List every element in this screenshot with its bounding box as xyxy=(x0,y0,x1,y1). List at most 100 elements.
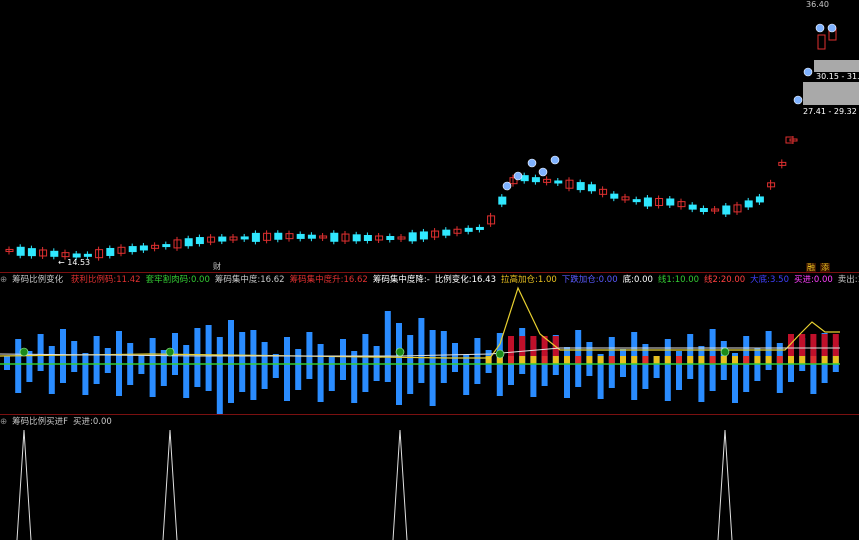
ratio-bar xyxy=(4,364,10,370)
indicator-item: 筹码集中度:16.62 xyxy=(215,275,285,285)
candle-body xyxy=(386,236,395,240)
ratio-bar xyxy=(620,364,626,377)
indicator-item-label: 线2: xyxy=(704,275,721,285)
concentration-bar xyxy=(799,334,806,356)
ratio-bar xyxy=(396,364,402,405)
indicator-chart[interactable] xyxy=(0,274,859,414)
candlestick-chart[interactable] xyxy=(0,0,859,272)
price-range-label-1: 30.15 - 31.1 xyxy=(816,72,859,81)
indicator-item: 线1:10.00 xyxy=(658,275,699,285)
candle-body xyxy=(251,232,260,242)
ratio-bar xyxy=(340,339,346,364)
concentration-bar xyxy=(743,356,750,364)
settings-icon[interactable]: ⊕ xyxy=(0,417,7,427)
concentration-bar xyxy=(754,356,761,364)
ratio-bar xyxy=(776,364,783,393)
indicator-item-value: 3.50 xyxy=(770,275,789,285)
indicator-item-value: - xyxy=(426,275,430,285)
candle-body xyxy=(50,250,59,257)
ratio-bar xyxy=(194,328,201,364)
ratio-bar xyxy=(205,325,212,364)
signal-marker xyxy=(513,171,523,181)
signal-name[interactable]: 筹码比例买进F xyxy=(12,417,68,427)
ratio-bar xyxy=(261,342,268,364)
ratio-bar xyxy=(743,364,750,392)
signal-pane[interactable]: ⊕ 筹码比例买进F 买进:0.00 xyxy=(0,416,859,540)
indicator-item-label: 下跌加仓: xyxy=(561,275,599,285)
indicator-item: 线2:20.00 xyxy=(704,275,745,285)
concentration-bar xyxy=(508,336,514,356)
candle-body xyxy=(722,205,731,215)
concentration-bar xyxy=(519,336,526,356)
ratio-bar xyxy=(519,364,526,374)
ratio-bar xyxy=(698,364,705,402)
ratio-bar xyxy=(93,336,100,364)
indicator-pane[interactable]: ⊕ 筹码比例变化 获利比例码:11.42 套牢割肉码:0.00 筹码集中度:16.62… xyxy=(0,274,859,414)
candle-body xyxy=(16,246,25,256)
ratio-bar xyxy=(362,334,369,364)
concentration-bar xyxy=(687,356,694,364)
candle-body xyxy=(643,197,652,207)
finance-marker[interactable]: 财 xyxy=(213,262,221,272)
concentration-bar xyxy=(799,356,806,364)
ratio-bar xyxy=(261,364,268,389)
indicator-item-value: 1.00 xyxy=(537,275,557,285)
candle-body xyxy=(666,198,675,206)
signal-marker xyxy=(527,158,537,168)
ratio-bar xyxy=(328,364,335,391)
candle-body xyxy=(408,232,417,242)
candle-body xyxy=(195,237,204,245)
concentration-bar xyxy=(698,356,705,364)
ratio-bar xyxy=(104,364,111,373)
signal-item-value: 0.00 xyxy=(92,417,112,427)
concentration-bar xyxy=(765,356,772,364)
concentration-bar xyxy=(530,356,537,364)
ratio-bar xyxy=(172,333,178,364)
candle-body xyxy=(531,177,540,183)
ratio-bar xyxy=(351,364,358,403)
candle-body xyxy=(296,233,305,239)
ratio-bar xyxy=(60,364,66,383)
price-range-label-2: 27.41 - 29.32 xyxy=(803,107,857,116)
indicator-item: 套牢割肉码:0.00 xyxy=(146,275,210,285)
price-chart-pane[interactable]: 36.40 ← 14.53 财 融 添 30.15 - 31.1 27.41 -… xyxy=(0,0,859,272)
ratio-bar xyxy=(407,364,414,394)
ratio-bar xyxy=(452,364,458,372)
candle-body xyxy=(83,253,92,257)
concentration-bar xyxy=(788,356,794,364)
ratio-bar xyxy=(440,364,447,383)
ratio-bar xyxy=(709,364,716,391)
indicator-item-label: 底: xyxy=(622,275,634,285)
indicator-item-label: 大底: xyxy=(750,275,771,285)
indicator-item: 筹码集中度升:16.62 xyxy=(290,275,368,285)
indicator-item-value: 10.00 xyxy=(674,275,700,285)
ratio-bar xyxy=(228,320,234,364)
indicator-name[interactable]: 筹码比例变化 xyxy=(12,275,63,285)
concentration-bar xyxy=(676,356,682,364)
ratio-bar xyxy=(15,364,22,393)
indicator-item-label: 拉高加仓: xyxy=(500,275,538,285)
indicator-item-label: 线1: xyxy=(657,275,675,285)
indicator-item-value: 16.62 xyxy=(260,275,285,285)
settings-icon[interactable]: ⊕ xyxy=(0,275,7,285)
signal-marker xyxy=(793,95,803,105)
candle-body xyxy=(817,34,826,50)
signal-spike xyxy=(16,429,32,540)
concentration-bar xyxy=(620,356,626,364)
ratio-bar xyxy=(485,364,492,373)
ratio-bar xyxy=(250,364,257,400)
ratio-bar xyxy=(832,364,839,372)
concentration-bar xyxy=(631,356,638,364)
candle-body xyxy=(363,235,372,241)
indicator-item-label: 套牢割肉码: xyxy=(145,275,191,285)
signal-chart[interactable] xyxy=(0,416,859,540)
candle-body xyxy=(554,180,563,184)
ratio-bar xyxy=(317,344,324,364)
indicator-item-value: 16.62 xyxy=(343,275,368,285)
ratio-bar xyxy=(295,364,302,390)
ratio-bar xyxy=(362,364,369,392)
ratio-bar xyxy=(384,364,391,382)
price-range-box-1 xyxy=(814,60,859,72)
margin-badge[interactable]: 融 xyxy=(806,263,816,272)
add-badge[interactable]: 添 xyxy=(820,263,830,272)
